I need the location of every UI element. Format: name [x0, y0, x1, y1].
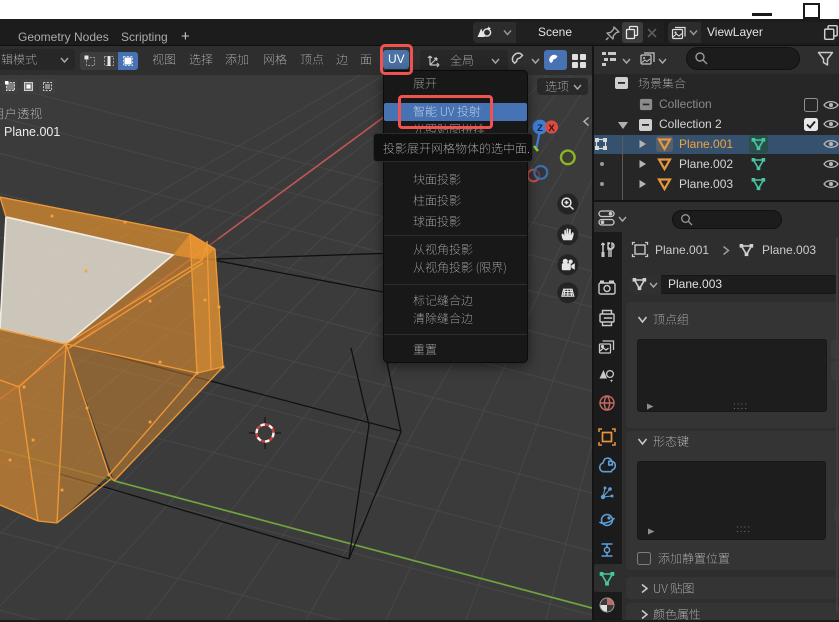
- svg-text:Z: Z: [537, 123, 543, 134]
- svg-text:X: X: [548, 123, 555, 134]
